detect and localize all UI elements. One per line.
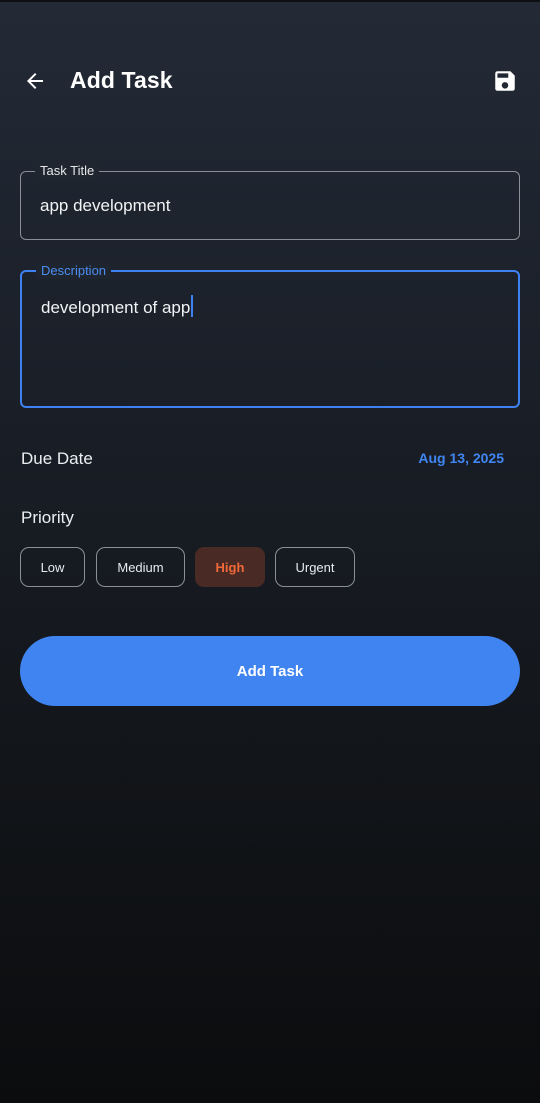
save-button[interactable] [488, 64, 522, 98]
floppy-disk-icon [495, 71, 515, 91]
task-title-label: Task Title [35, 163, 100, 179]
description-input-wrap[interactable]: development of app [41, 295, 194, 318]
due-date-picker[interactable]: Aug 13, 2025 [418, 450, 504, 466]
description-label: Description [36, 263, 112, 279]
back-button[interactable] [18, 64, 52, 98]
task-title-field[interactable]: Task Title app development [20, 163, 520, 240]
text-cursor [191, 295, 194, 317]
due-date-label: Due Date [21, 449, 93, 468]
add-task-button[interactable]: Add Task [20, 636, 520, 706]
priority-chip-high[interactable]: High [195, 547, 265, 587]
due-date-row[interactable]: Due Date Aug 13, 2025 [20, 445, 520, 473]
priority-chip-urgent[interactable]: Urgent [275, 547, 355, 587]
description-field[interactable]: Description development of app [20, 263, 520, 408]
description-input[interactable]: development of app [41, 298, 190, 317]
status-bar-edge [0, 0, 540, 2]
priority-label: Priority [21, 508, 74, 527]
task-title-input[interactable]: app development [40, 196, 170, 216]
page-title: Add Task [70, 67, 173, 93]
arrow-left-icon [27, 73, 43, 89]
priority-chip-medium[interactable]: Medium [96, 547, 185, 587]
priority-chip-low[interactable]: Low [20, 547, 85, 587]
app-bar: Add Task [0, 52, 540, 108]
